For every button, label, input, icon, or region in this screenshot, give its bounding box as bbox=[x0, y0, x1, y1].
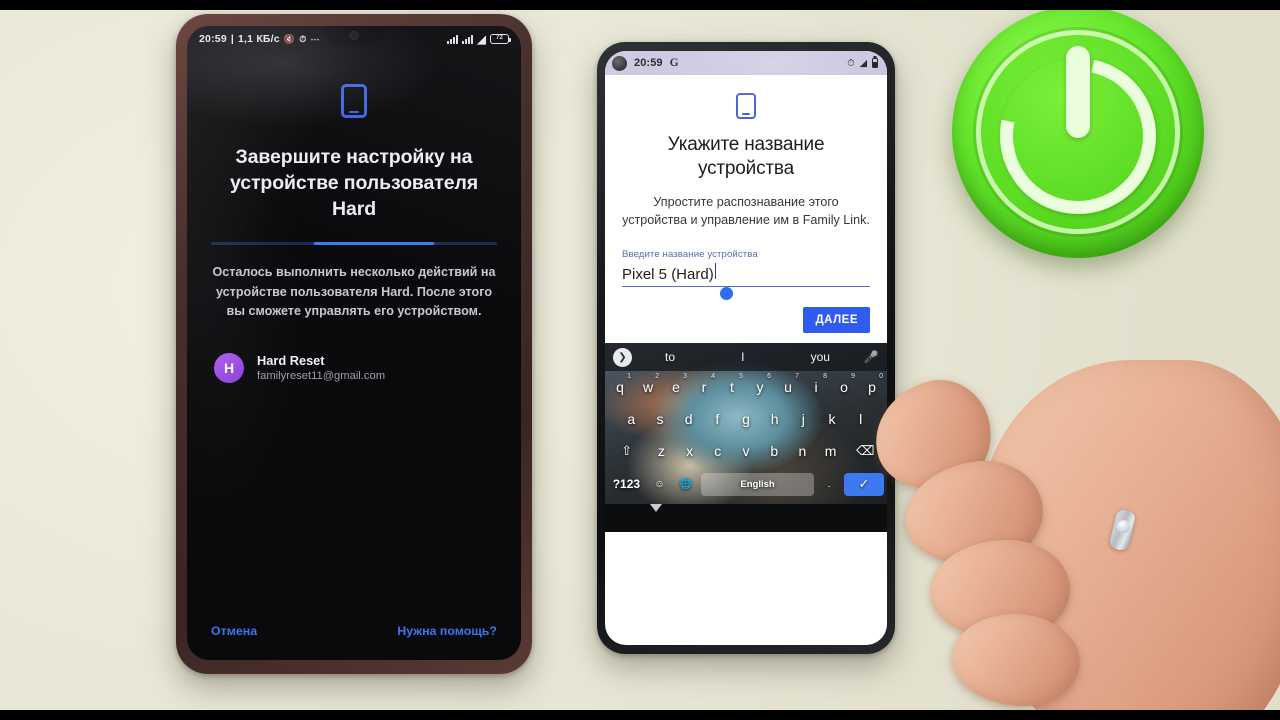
period-key[interactable]: . bbox=[817, 471, 840, 497]
keyboard-row-1: 1q 2w 3e 4r 5t 6y 7u 8i 9o 0p bbox=[605, 371, 887, 403]
page-title: Укажите название устройства bbox=[667, 134, 825, 179]
key-v[interactable]: v bbox=[733, 438, 759, 464]
signal-1-icon bbox=[447, 34, 459, 44]
key-g[interactable]: g bbox=[733, 406, 760, 432]
suggestion-item[interactable]: I bbox=[741, 350, 744, 364]
right-screen-actions: ДАЛЕЕ bbox=[622, 307, 870, 333]
right-status-bar: 20:59 G ⏱ ◢ bbox=[605, 51, 887, 75]
right-phone-screen: 20:59 G ⏱ ◢ Укажите название устройства … bbox=[605, 51, 887, 645]
left-status-time: 20:59 bbox=[199, 33, 227, 45]
key-x[interactable]: x bbox=[677, 438, 703, 464]
device-name-value: Pixel 5 (Hard) bbox=[622, 266, 714, 283]
google-icon: G bbox=[669, 57, 679, 69]
letterbox-top bbox=[0, 0, 1280, 10]
key-z[interactable]: z bbox=[648, 438, 674, 464]
chevron-right-icon[interactable]: ❯ bbox=[613, 347, 632, 367]
account-row[interactable]: H Hard Reset familyreset11@gmail.com bbox=[209, 352, 499, 384]
key-y[interactable]: 6y bbox=[747, 373, 773, 400]
device-name-label: Введите название устройства bbox=[622, 249, 758, 260]
on-screen-keyboard: ❯ to I you 🎤 1q 2w 3e 4r 5t 6 y 7 u 8 i … bbox=[605, 343, 887, 504]
key-s[interactable]: s bbox=[647, 406, 674, 432]
key-h[interactable]: h bbox=[761, 406, 788, 432]
key-u[interactable]: 7u bbox=[775, 373, 801, 400]
keyboard-row-2: a s d f g h j k l bbox=[605, 403, 887, 435]
key-r[interactable]: 4r bbox=[691, 373, 717, 400]
avatar: H bbox=[214, 353, 244, 384]
left-phone-screen: 20:59 | 1,1 КБ/с 🔇 ⏱ ⋯ ◢ 72 Завершите на… bbox=[187, 26, 521, 660]
left-screen-body: Завершите настройку на устройстве пользо… bbox=[187, 26, 521, 660]
account-email: familyreset11@gmail.com bbox=[257, 370, 386, 383]
right-phone-device: 20:59 G ⏱ ◢ Укажите название устройства … bbox=[597, 42, 895, 654]
phone-outline-icon bbox=[341, 84, 367, 118]
right-status-time: 20:59 bbox=[634, 57, 663, 69]
page-description: Осталось выполнить несколько действий на… bbox=[212, 265, 496, 319]
keyboard-row-3: ⇧ z x c v b n m ⌫ bbox=[605, 435, 887, 467]
shift-icon[interactable]: ⇧ bbox=[607, 438, 646, 464]
mute-icon: 🔇 bbox=[283, 33, 296, 44]
key-m[interactable]: m bbox=[818, 438, 844, 464]
globe-icon[interactable]: 🌐 bbox=[674, 471, 697, 497]
key-c[interactable]: c bbox=[705, 438, 731, 464]
space-key[interactable]: English bbox=[700, 472, 815, 496]
suggestion-strip: ❯ to I you 🎤 bbox=[605, 343, 887, 371]
text-selection-handle[interactable] bbox=[720, 287, 733, 300]
signal-2-icon bbox=[462, 34, 474, 44]
scene: 20:59 | 1,1 КБ/с 🔇 ⏱ ⋯ ◢ 72 Завершите на… bbox=[0, 0, 1280, 720]
wifi-icon: ◢ bbox=[859, 57, 867, 69]
key-f[interactable]: f bbox=[704, 406, 731, 432]
left-status-separator: | bbox=[230, 33, 234, 45]
page-title: Завершите настройку на устройстве пользо… bbox=[229, 146, 479, 221]
key-b[interactable]: b bbox=[761, 438, 787, 464]
human-hand bbox=[860, 210, 1280, 720]
device-name-input[interactable]: Pixel 5 (Hard) bbox=[622, 263, 870, 287]
key-q[interactable]: 1q bbox=[607, 373, 633, 400]
key-i[interactable]: 8i bbox=[803, 373, 829, 400]
setup-progress-bar bbox=[211, 242, 497, 246]
wifi-icon: ◢ bbox=[477, 33, 486, 46]
symbols-key[interactable]: ?123 bbox=[608, 471, 645, 497]
phone-outline-icon bbox=[736, 93, 756, 119]
alarm-icon: ⏱ bbox=[299, 33, 307, 44]
device-name-field[interactable]: Введите название устройства Pixel 5 (Har… bbox=[622, 249, 870, 300]
text-caret bbox=[714, 263, 717, 279]
battery-icon bbox=[872, 58, 878, 68]
key-k[interactable]: k bbox=[819, 406, 846, 432]
down-triangle-icon[interactable] bbox=[650, 504, 662, 524]
alarm-icon: ⏱ bbox=[847, 57, 855, 69]
more-icon: ⋯ bbox=[310, 33, 320, 44]
key-n[interactable]: n bbox=[789, 438, 815, 464]
suggestion-item[interactable]: to bbox=[665, 350, 675, 364]
emoji-icon[interactable]: ☺ bbox=[648, 471, 671, 497]
page-description: Упростите распознавание этого устройства… bbox=[622, 194, 870, 227]
key-t[interactable]: 5t bbox=[719, 373, 745, 400]
letterbox-bottom bbox=[0, 710, 1280, 720]
key-w[interactable]: 2w bbox=[635, 373, 661, 400]
suggestion-item[interactable]: you bbox=[811, 350, 830, 364]
battery-icon: 72 bbox=[490, 34, 511, 44]
key-e[interactable]: 3e bbox=[663, 373, 689, 400]
right-screen-body: Укажите название устройства Упростите ра… bbox=[605, 75, 887, 343]
left-phone-device: 20:59 | 1,1 КБ/с 🔇 ⏱ ⋯ ◢ 72 Завершите на… bbox=[176, 14, 532, 674]
navigation-bar bbox=[605, 504, 887, 532]
keyboard-row-4: ?123 ☺ 🌐 English . ✓ bbox=[605, 467, 887, 502]
camera-punch-hole bbox=[612, 55, 627, 71]
account-name: Hard Reset bbox=[257, 352, 325, 368]
key-d[interactable]: d bbox=[675, 406, 702, 432]
left-status-data-rate: 1,1 КБ/с bbox=[238, 33, 280, 45]
key-o[interactable]: 9o bbox=[831, 373, 857, 400]
notch bbox=[326, 26, 382, 46]
key-j[interactable]: j bbox=[790, 406, 817, 432]
power-icon-bar bbox=[1066, 46, 1090, 138]
key-a[interactable]: a bbox=[618, 406, 645, 432]
